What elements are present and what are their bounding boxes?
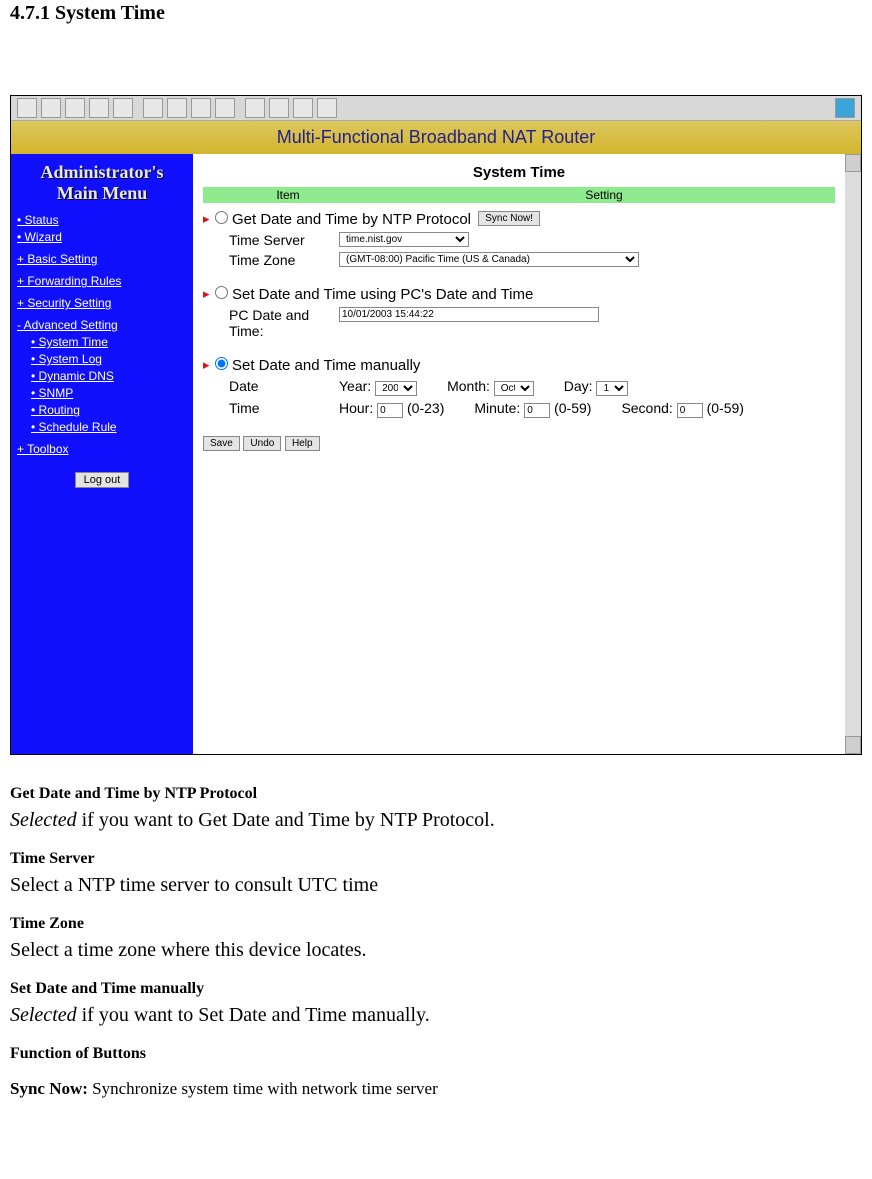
heading-timezone: Time Zone [10,915,862,933]
forward-icon[interactable] [41,98,61,118]
para-timezone: Select a time zone where this device loc… [10,939,862,962]
time-zone-select[interactable]: (GMT-08:00) Pacific Time (US & Canada) [339,252,639,267]
radio-pc-time[interactable] [215,286,228,299]
sidebar-item-toolbox[interactable]: + Toolbox [17,442,187,456]
label-date: Date [229,378,339,394]
reload-icon[interactable] [89,98,109,118]
label-minute: Minute: [474,400,520,416]
label-ntp-option: Get Date and Time by NTP Protocol [232,211,471,228]
hint-second: (0-59) [707,400,744,416]
print-icon[interactable] [191,98,211,118]
radio-manual[interactable] [215,357,228,370]
year-select[interactable]: 2003 [375,381,417,396]
sidebar-item-system-log[interactable]: System Log [31,352,187,366]
sidebar-item-routing[interactable]: Routing [31,403,187,417]
sidebar-item-forwarding-rules[interactable]: + Forwarding Rules [17,274,187,288]
scroll-up-icon[interactable] [845,154,861,172]
browser-toolbar [11,96,861,121]
tool4-icon[interactable] [317,98,337,118]
heading-timeserver: Time Server [10,850,862,868]
table-header: Item Setting [203,187,835,203]
scroll-down-icon[interactable] [845,736,861,754]
col-item: Item [203,187,373,203]
section-heading: 4.7.1 System Time [10,0,862,35]
hint-minute: (0-59) [554,400,591,416]
label-year: Year: [339,378,371,394]
save-button[interactable]: Save [203,436,240,451]
label-day: Day: [564,378,593,394]
label-pc-date-time: PC Date and Time: [229,307,339,339]
label-time-server: Time Server [229,232,339,248]
sidebar-item-wizard[interactable]: Wizard [17,230,187,244]
bullet-icon: ▸ [203,211,213,227]
bookmark-icon[interactable] [167,98,187,118]
help-button[interactable]: Help [285,436,320,451]
throbber-icon [835,98,855,118]
tool1-icon[interactable] [245,98,265,118]
month-select[interactable]: Oct [494,381,534,396]
sidebar-item-basic-setting[interactable]: + Basic Setting [17,252,187,266]
app-banner: Multi-Functional Broadband NAT Router [11,121,861,154]
minute-input[interactable] [524,403,550,418]
time-server-select[interactable]: time.nist.gov [339,232,469,247]
heading-ntp: Get Date and Time by NTP Protocol [10,785,862,803]
hint-hour: (0-23) [407,400,444,416]
search-icon[interactable] [143,98,163,118]
page-title: System Time [203,164,835,181]
radio-ntp[interactable] [215,211,228,224]
sidebar: Administrator's Main Menu Status Wizard … [11,154,193,754]
bullet-icon: ▸ [203,357,213,373]
pc-date-time-field[interactable] [339,307,599,322]
heading-manual: Set Date and Time manually [10,980,862,998]
router-ui-screenshot: Multi-Functional Broadband NAT Router Ad… [10,95,862,755]
logout-button[interactable]: Log out [75,472,130,488]
sidebar-item-advanced-setting[interactable]: - Advanced Setting [17,318,187,332]
bullet-icon: ▸ [203,286,213,302]
sidebar-item-status[interactable]: Status [17,213,187,227]
stop-icon[interactable] [65,98,85,118]
para-timeserver: Select a NTP time server to consult UTC … [10,874,862,897]
sidebar-item-security-setting[interactable]: + Security Setting [17,296,187,310]
label-pc-option: Set Date and Time using PC's Date and Ti… [232,286,533,303]
col-setting: Setting [373,187,835,203]
para-manual: Selected if you want to Set Date and Tim… [10,1004,862,1027]
day-select[interactable]: 1 [596,381,628,396]
label-month: Month: [447,378,490,394]
sync-now-button[interactable]: Sync Now! [478,211,540,226]
tool2-icon[interactable] [269,98,289,118]
label-hour: Hour: [339,400,373,416]
para-syncnow: Sync Now: Synchronize system time with n… [10,1079,862,1099]
mail-icon[interactable] [215,98,235,118]
content-pane: System Time Item Setting ▸ Get Date and … [193,154,845,754]
label-time-zone: Time Zone [229,252,339,268]
undo-button[interactable]: Undo [243,436,281,451]
tool3-icon[interactable] [293,98,313,118]
sidebar-item-snmp[interactable]: SNMP [31,386,187,400]
heading-buttons: Function of Buttons [10,1045,862,1063]
hour-input[interactable] [377,403,403,418]
sidebar-item-system-time[interactable]: System Time [31,335,187,349]
label-time: Time [229,400,339,416]
sidebar-title: Administrator's Main Menu [17,162,187,203]
para-ntp: Selected if you want to Get Date and Tim… [10,809,862,832]
sidebar-item-dynamic-dns[interactable]: Dynamic DNS [31,369,187,383]
label-manual-option: Set Date and Time manually [232,357,420,374]
vertical-scrollbar[interactable] [845,154,861,754]
label-second: Second: [621,400,672,416]
sidebar-item-schedule-rule[interactable]: Schedule Rule [31,420,187,434]
home-icon[interactable] [113,98,133,118]
back-icon[interactable] [17,98,37,118]
second-input[interactable] [677,403,703,418]
